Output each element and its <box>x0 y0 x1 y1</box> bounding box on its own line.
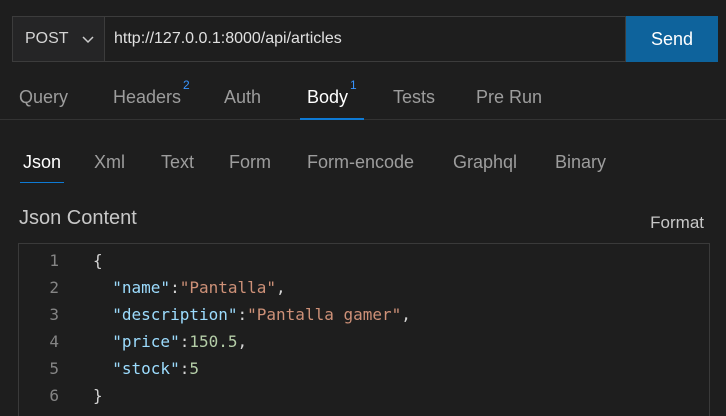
line-number: 2 <box>49 278 59 297</box>
json-string: "Pantalla gamer" <box>247 305 402 324</box>
editor-line: 4 "price":150.5, <box>19 328 709 355</box>
tab-text[interactable]: Text <box>158 146 197 182</box>
tab-label: Auth <box>224 87 262 107</box>
editor-line: 6 } <box>19 382 709 409</box>
url-input[interactable]: http://127.0.0.1:8000/api/articles <box>104 16 626 62</box>
tab-label: Pre Run <box>476 87 543 107</box>
json-content-title: Json Content <box>19 207 137 229</box>
tab-badge: 2 <box>183 78 190 92</box>
method-select[interactable]: POST <box>12 16 104 62</box>
editor-line: 2 "name":"Pantalla", <box>19 274 709 301</box>
tab-graphql[interactable]: Graphql <box>450 146 520 182</box>
line-number: 1 <box>49 251 59 270</box>
code-text: "name":"Pantalla", <box>112 278 286 297</box>
tab-label: Headers <box>113 87 182 107</box>
json-key: "name" <box>112 278 171 297</box>
line-number: 3 <box>49 305 59 324</box>
brace: } <box>93 386 103 405</box>
tab-badge: 1 <box>350 78 357 92</box>
request-bar: POST http://127.0.0.1:8000/api/articles … <box>12 16 718 62</box>
tab-form[interactable]: Form <box>226 146 274 182</box>
brace: { <box>93 251 103 270</box>
code-text: } <box>93 386 103 405</box>
tab-label: Body <box>307 87 349 107</box>
line-number: 5 <box>49 359 59 378</box>
request-tabs: Query Headers2 Auth Body1 Tests Pre Run <box>0 74 726 120</box>
json-editor[interactable]: 1 { 2 "name":"Pantalla", 3 "description"… <box>18 243 710 416</box>
json-key: "stock" <box>112 359 180 378</box>
code-text: "price":150.5, <box>112 332 248 351</box>
tab-binary[interactable]: Binary <box>552 146 609 182</box>
url-value: http://127.0.0.1:8000/api/articles <box>114 30 342 47</box>
code-text: { <box>93 251 103 270</box>
json-number: 5 <box>189 359 199 378</box>
tab-body[interactable]: Body1 <box>300 74 364 120</box>
tab-label: Tests <box>393 87 436 107</box>
tab-json[interactable]: Json <box>20 146 65 183</box>
line-number: 4 <box>49 332 59 351</box>
code-text: "description":"Pantalla gamer", <box>112 305 411 324</box>
json-key: "price" <box>112 332 180 351</box>
tab-label: Query <box>19 87 69 107</box>
tab-pre-run[interactable]: Pre Run <box>469 74 549 120</box>
send-button[interactable]: Send <box>626 16 718 62</box>
chevron-down-icon <box>81 32 95 46</box>
json-number: 150.5 <box>189 332 238 351</box>
editor-line: 5 "stock":5 <box>19 355 709 382</box>
tab-tests[interactable]: Tests <box>386 74 442 120</box>
tab-form-encode[interactable]: Form-encode <box>304 146 417 182</box>
method-label: POST <box>25 30 69 47</box>
code-text: "stock":5 <box>112 359 199 378</box>
rest-client-panel: POST http://127.0.0.1:8000/api/articles … <box>0 0 726 416</box>
editor-line: 1 { <box>19 247 709 274</box>
tab-headers[interactable]: Headers2 <box>106 74 197 120</box>
tab-query[interactable]: Query <box>12 74 75 120</box>
format-button[interactable]: Format <box>650 213 704 233</box>
tab-auth[interactable]: Auth <box>217 74 268 120</box>
json-key: "description" <box>112 305 238 324</box>
body-type-tabs: Json Xml Text Form Form-encode Graphql B… <box>0 146 726 184</box>
json-string: "Pantalla" <box>179 278 277 297</box>
editor-line: 3 "description":"Pantalla gamer", <box>19 301 709 328</box>
tab-xml[interactable]: Xml <box>91 146 128 182</box>
line-number: 6 <box>49 386 59 405</box>
